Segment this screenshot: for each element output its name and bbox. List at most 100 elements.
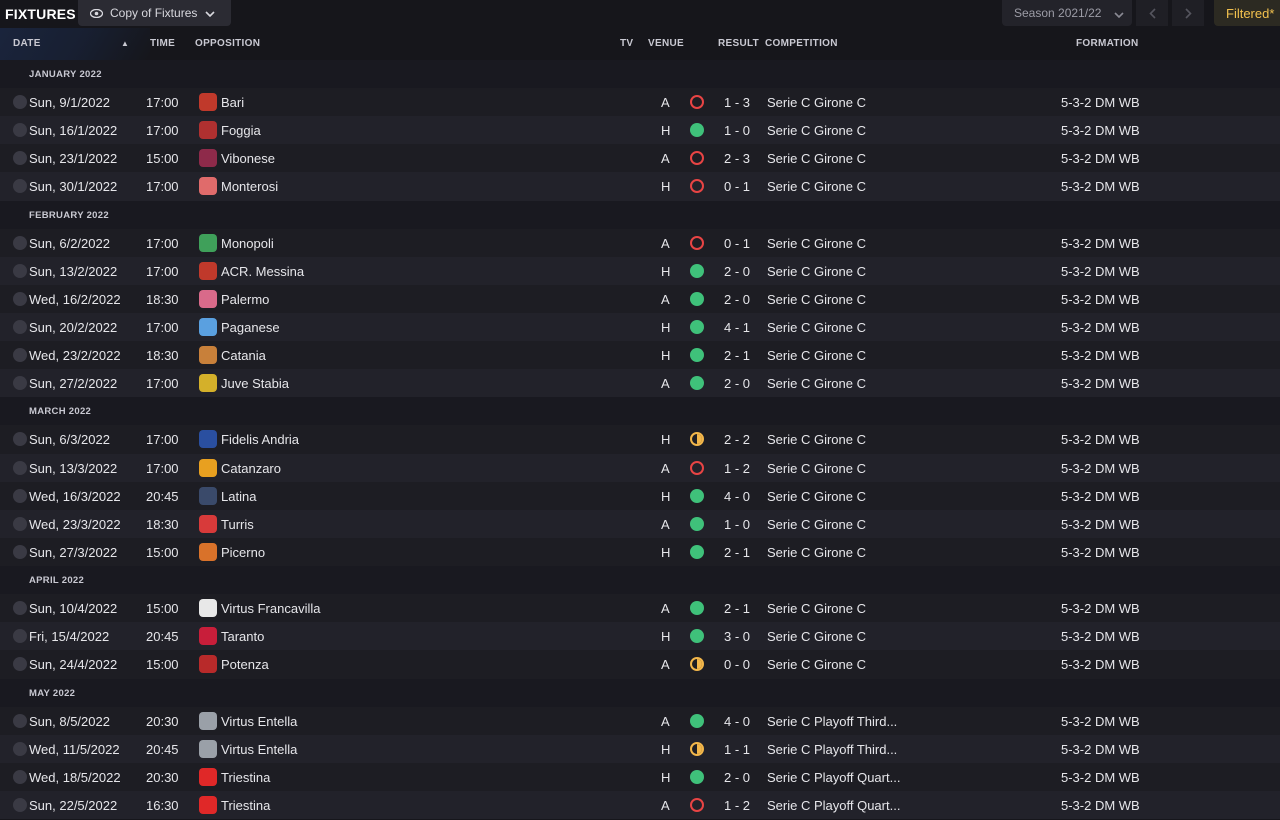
competition-link[interactable]: Serie C Girone C <box>767 292 866 307</box>
fixture-row[interactable]: Sun, 27/3/2022 15:00 Picerno H 2 - 1 Ser… <box>0 537 1280 567</box>
opposition-link[interactable]: Taranto <box>221 629 264 644</box>
fixture-score[interactable]: 1 - 0 <box>724 517 750 532</box>
fixture-row[interactable]: Sun, 10/4/2022 15:00 Virtus Francavilla … <box>0 594 1280 623</box>
fixture-row[interactable]: Wed, 11/5/2022 20:45 Virtus Entella H 1 … <box>0 734 1280 763</box>
opposition-link[interactable]: Triestina <box>221 798 270 813</box>
fixture-row[interactable]: Sun, 30/1/2022 17:00 Monterosi H 0 - 1 S… <box>0 172 1280 201</box>
fixture-score[interactable]: 2 - 0 <box>724 376 750 391</box>
opposition-link[interactable]: Catanzaro <box>221 461 281 476</box>
fixture-score[interactable]: 1 - 3 <box>724 95 750 110</box>
competition-link[interactable]: Serie C Playoff Third... <box>767 742 897 757</box>
opposition-link[interactable]: ACR. Messina <box>221 264 304 279</box>
fixture-row[interactable]: Sun, 27/2/2022 17:00 Juve Stabia A 2 - 0… <box>0 369 1280 398</box>
fixture-score[interactable]: 1 - 1 <box>724 742 750 757</box>
opposition-link[interactable]: Paganese <box>221 320 280 335</box>
column-header-venue[interactable]: VENUE <box>648 38 684 49</box>
filter-button[interactable]: Filtered* <box>1214 0 1280 26</box>
view-selector-dropdown[interactable]: Copy of Fixtures <box>78 0 231 26</box>
fixture-row[interactable]: Wed, 16/3/2022 20:45 Latina H 4 - 0 Seri… <box>0 481 1280 510</box>
opposition-link[interactable]: Turris <box>221 517 254 532</box>
fixture-score[interactable]: 2 - 0 <box>724 770 750 785</box>
fixture-row[interactable]: Wed, 23/3/2022 18:30 Turris A 1 - 0 Seri… <box>0 509 1280 538</box>
fixture-row[interactable]: Sun, 6/3/2022 17:00 Fidelis Andria H 2 -… <box>0 425 1280 454</box>
competition-link[interactable]: Serie C Playoff Quart... <box>767 798 900 813</box>
fixture-row[interactable]: Sun, 8/5/2022 20:30 Virtus Entella A 4 -… <box>0 706 1280 735</box>
fixture-score[interactable]: 4 - 1 <box>724 320 750 335</box>
column-header-tv[interactable]: TV <box>620 38 633 49</box>
competition-link[interactable]: Serie C Playoff Quart... <box>767 770 900 785</box>
column-header-competition[interactable]: COMPETITION <box>765 38 838 49</box>
fixture-score[interactable]: 3 - 0 <box>724 629 750 644</box>
opposition-link[interactable]: Triestina <box>221 770 270 785</box>
opposition-link[interactable]: Monopoli <box>221 236 274 251</box>
fixture-score[interactable]: 2 - 1 <box>724 348 750 363</box>
fixture-score[interactable]: 1 - 2 <box>724 461 750 476</box>
fixture-row[interactable]: Sun, 20/2/2022 17:00 Paganese H 4 - 1 Se… <box>0 312 1280 342</box>
opposition-link[interactable]: Fidelis Andria <box>221 432 299 447</box>
fixture-row[interactable]: Sun, 22/5/2022 16:30 Triestina A 1 - 2 S… <box>0 790 1280 820</box>
opposition-link[interactable]: Palermo <box>221 292 269 307</box>
competition-link[interactable]: Serie C Girone C <box>767 151 866 166</box>
season-selector-dropdown[interactable]: Season 2021/22 <box>1002 0 1132 26</box>
competition-link[interactable]: Serie C Girone C <box>767 264 866 279</box>
opposition-link[interactable]: Juve Stabia <box>221 376 289 391</box>
fixture-score[interactable]: 0 - 0 <box>724 657 750 672</box>
next-season-button[interactable] <box>1172 0 1204 26</box>
opposition-link[interactable]: Potenza <box>221 657 269 672</box>
opposition-link[interactable]: Virtus Entella <box>221 742 297 757</box>
competition-link[interactable]: Serie C Girone C <box>767 489 866 504</box>
fixture-row[interactable]: Sun, 23/1/2022 15:00 Vibonese A 2 - 3 Se… <box>0 144 1280 173</box>
fixture-score[interactable]: 2 - 1 <box>724 601 750 616</box>
opposition-link[interactable]: Latina <box>221 489 256 504</box>
fixture-score[interactable]: 0 - 1 <box>724 179 750 194</box>
fixture-score[interactable]: 2 - 0 <box>724 264 750 279</box>
competition-link[interactable]: Serie C Girone C <box>767 657 866 672</box>
column-header-result[interactable]: RESULT <box>718 38 759 49</box>
fixture-score[interactable]: 4 - 0 <box>724 489 750 504</box>
competition-link[interactable]: Serie C Girone C <box>767 517 866 532</box>
fixture-row[interactable]: Sun, 6/2/2022 17:00 Monopoli A 0 - 1 Ser… <box>0 228 1280 257</box>
competition-link[interactable]: Serie C Girone C <box>767 179 866 194</box>
competition-link[interactable]: Serie C Girone C <box>767 545 866 560</box>
fixture-score[interactable]: 2 - 3 <box>724 151 750 166</box>
fixture-row[interactable]: Wed, 23/2/2022 18:30 Catania H 2 - 1 Ser… <box>0 341 1280 370</box>
opposition-link[interactable]: Monterosi <box>221 179 278 194</box>
fixture-row[interactable]: Wed, 18/5/2022 20:30 Triestina H 2 - 0 S… <box>0 762 1280 791</box>
competition-link[interactable]: Serie C Playoff Third... <box>767 714 897 729</box>
fixture-score[interactable]: 0 - 1 <box>724 236 750 251</box>
competition-link[interactable]: Serie C Girone C <box>767 123 866 138</box>
column-header-formation[interactable]: FORMATION <box>1076 38 1139 49</box>
column-header-opposition[interactable]: OPPOSITION <box>195 38 260 49</box>
column-header-date[interactable]: DATE <box>13 38 41 49</box>
opposition-link[interactable]: Virtus Francavilla <box>221 601 320 616</box>
fixture-score[interactable]: 4 - 0 <box>724 714 750 729</box>
opposition-link[interactable]: Foggia <box>221 123 261 138</box>
fixture-score[interactable]: 2 - 0 <box>724 292 750 307</box>
fixture-row[interactable]: Sun, 24/4/2022 15:00 Potenza A 0 - 0 Ser… <box>0 650 1280 679</box>
competition-link[interactable]: Serie C Girone C <box>767 461 866 476</box>
opposition-link[interactable]: Picerno <box>221 545 265 560</box>
competition-link[interactable]: Serie C Girone C <box>767 629 866 644</box>
fixture-row[interactable]: Fri, 15/4/2022 20:45 Taranto H 3 - 0 Ser… <box>0 622 1280 651</box>
opposition-link[interactable]: Virtus Entella <box>221 714 297 729</box>
competition-link[interactable]: Serie C Girone C <box>767 236 866 251</box>
opposition-link[interactable]: Vibonese <box>221 151 275 166</box>
fixture-row[interactable]: Sun, 9/1/2022 17:00 Bari A 1 - 3 Serie C… <box>0 88 1280 117</box>
competition-link[interactable]: Serie C Girone C <box>767 432 866 447</box>
column-header-time[interactable]: TIME <box>150 38 175 49</box>
fixture-row[interactable]: Sun, 16/1/2022 17:00 Foggia H 1 - 0 Seri… <box>0 116 1280 145</box>
fixture-row[interactable]: Sun, 13/2/2022 17:00 ACR. Messina H 2 - … <box>0 256 1280 285</box>
fixture-score[interactable]: 2 - 1 <box>724 545 750 560</box>
opposition-link[interactable]: Catania <box>221 348 266 363</box>
fixture-score[interactable]: 2 - 2 <box>724 432 750 447</box>
fixture-score[interactable]: 1 - 2 <box>724 798 750 813</box>
fixture-row[interactable]: Wed, 16/2/2022 18:30 Palermo A 2 - 0 Ser… <box>0 284 1280 313</box>
competition-link[interactable]: Serie C Girone C <box>767 601 866 616</box>
competition-link[interactable]: Serie C Girone C <box>767 376 866 391</box>
fixture-row[interactable]: Sun, 13/3/2022 17:00 Catanzaro A 1 - 2 S… <box>0 453 1280 482</box>
competition-link[interactable]: Serie C Girone C <box>767 320 866 335</box>
competition-link[interactable]: Serie C Girone C <box>767 95 866 110</box>
fixture-score[interactable]: 1 - 0 <box>724 123 750 138</box>
competition-link[interactable]: Serie C Girone C <box>767 348 866 363</box>
opposition-link[interactable]: Bari <box>221 95 244 110</box>
